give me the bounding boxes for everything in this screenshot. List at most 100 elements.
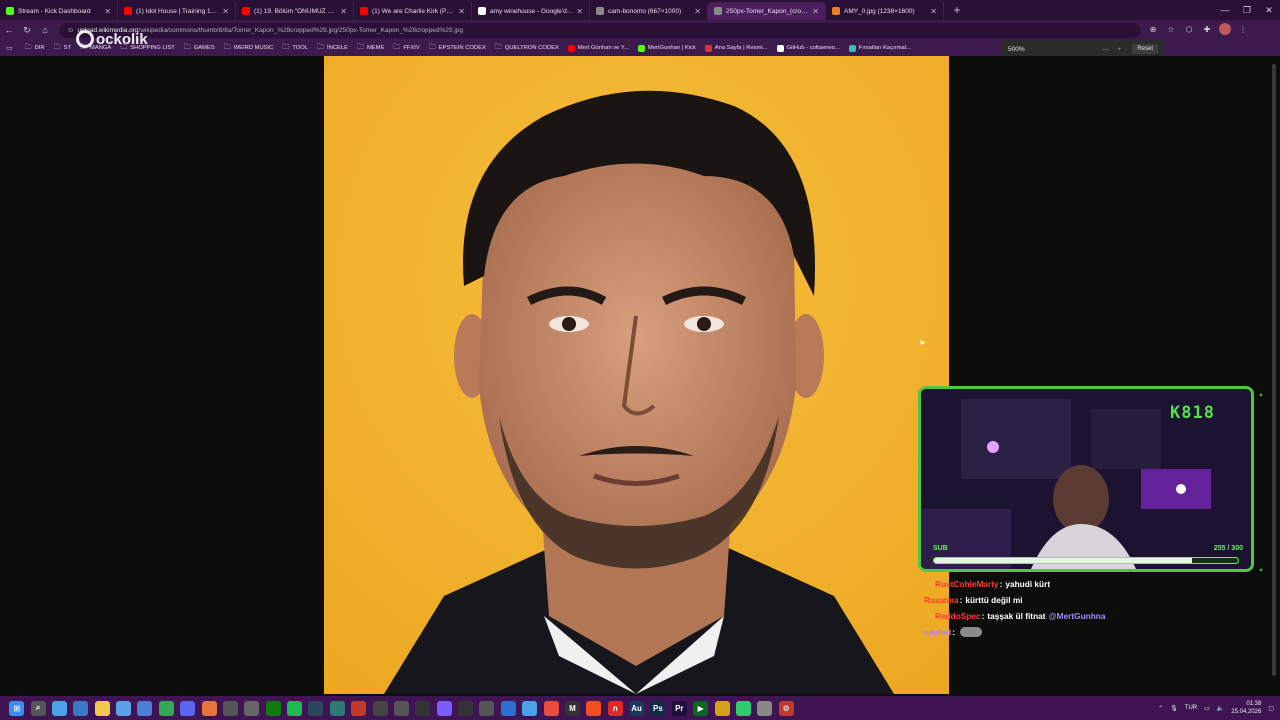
- terminal-icon[interactable]: [329, 700, 345, 716]
- tab-close-icon[interactable]: ✕: [104, 7, 111, 16]
- bookmark-item[interactable]: 🗀 ST: [54, 43, 71, 54]
- red-app-icon[interactable]: [351, 700, 367, 716]
- premiere-icon[interactable]: Pr: [671, 700, 687, 716]
- address-bar[interactable]: ⊙ upload.wikimedia.org /wikipedia/common…: [60, 22, 1140, 38]
- browser-tab[interactable]: (1) We are Charlie Kirk (Phonk Ver✕: [354, 2, 472, 20]
- volume-icon[interactable]: 🔈: [1217, 705, 1224, 712]
- file-explorer-icon[interactable]: [94, 700, 110, 716]
- bookmark-item[interactable]: 🗀 İNCELE: [317, 43, 348, 54]
- zoom-reset-button[interactable]: Reset: [1132, 44, 1158, 54]
- tool-icon[interactable]: [201, 700, 217, 716]
- audition-icon[interactable]: Au: [629, 700, 645, 716]
- tab-close-icon[interactable]: ✕: [458, 7, 465, 16]
- steam-icon[interactable]: [222, 700, 238, 716]
- app-icon[interactable]: [714, 700, 730, 716]
- bookmark-item[interactable]: Fırsatları Kaçırmal...: [848, 43, 911, 54]
- epic-icon[interactable]: [458, 700, 474, 716]
- bookmark-item[interactable]: 🗀 FFXIV: [393, 43, 419, 54]
- zoom-in-button[interactable]: +: [1112, 46, 1126, 53]
- bookmark-star-icon[interactable]: ☆: [1164, 23, 1178, 37]
- calculator-icon[interactable]: [137, 700, 153, 716]
- tab-close-icon[interactable]: ✕: [576, 7, 583, 16]
- bookmark-item[interactable]: 🗀 GAMES: [184, 43, 215, 54]
- figma-icon[interactable]: [586, 700, 602, 716]
- bookmark-item[interactable]: 🗀 QUELTRON CODEX: [495, 43, 559, 54]
- bookmark-item[interactable]: 🗀 MEME: [357, 43, 384, 54]
- bookmark-item[interactable]: MertGunhan | Kick: [637, 43, 696, 54]
- bookmark-item[interactable]: 🗀 EPSTEIN CODEX: [429, 43, 486, 54]
- app-icon[interactable]: [436, 700, 452, 716]
- notification-icon[interactable]: ▢: [1268, 705, 1274, 712]
- profile-avatar[interactable]: [1218, 23, 1232, 37]
- browser-tab[interactable]: AMY_0.jpg (1238×1600) ✕: [826, 2, 944, 20]
- zoom-icon[interactable]: ⊕: [1146, 23, 1160, 37]
- browser-tab[interactable]: amy winehouse - Google'da Ara ✕: [472, 2, 590, 20]
- chat-username[interactable]: seyfert: [924, 627, 951, 637]
- restore-icon[interactable]: ❐: [1236, 0, 1258, 20]
- app-icon[interactable]: [372, 700, 388, 716]
- close-window-icon[interactable]: ✕: [1258, 0, 1280, 20]
- browser-tab[interactable]: 250px-Tomer_Kapon_(cropped).jp✕: [708, 2, 826, 20]
- discord-icon[interactable]: [180, 700, 196, 716]
- menu-icon[interactable]: ⋮: [1236, 23, 1250, 37]
- search-icon[interactable]: ⌕: [30, 700, 46, 716]
- site-info-icon[interactable]: ⊙: [68, 26, 73, 34]
- scrollbar[interactable]: [1272, 64, 1276, 676]
- extension-icon[interactable]: ⬡: [1182, 23, 1196, 37]
- wordpad-icon[interactable]: [479, 700, 495, 716]
- app-icon[interactable]: [543, 700, 559, 716]
- chat-username[interactable]: Rasatma: [924, 595, 959, 605]
- app-icon[interactable]: [500, 700, 516, 716]
- spotify-icon[interactable]: [287, 700, 303, 716]
- chat-mention[interactable]: @MertGunhna: [1049, 611, 1106, 621]
- xbox-icon[interactable]: [265, 700, 281, 716]
- tray-chevron-icon[interactable]: ⌃: [1158, 705, 1163, 712]
- bookmark-item[interactable]: 🗀 TOOL: [282, 43, 308, 54]
- reload-icon[interactable]: ↻: [18, 25, 36, 36]
- chrome-icon[interactable]: [158, 700, 174, 716]
- photoshop-icon[interactable]: Ps: [650, 700, 666, 716]
- bookmark-item[interactable]: GitHub - coltaeneo...: [776, 43, 840, 54]
- tab-close-icon[interactable]: ✕: [812, 7, 819, 16]
- widgets-icon[interactable]: [51, 700, 67, 716]
- browser-tab[interactable]: (1) 19. Bölüm "ÖNÜMÜZ YAZ" Pe✕: [236, 2, 354, 20]
- tab-close-icon[interactable]: ✕: [694, 7, 701, 16]
- clock[interactable]: 01:38 25.04.2026: [1231, 700, 1261, 716]
- app-icon[interactable]: [244, 700, 260, 716]
- messenger-icon[interactable]: M: [564, 700, 580, 716]
- app-icon[interactable]: [757, 700, 773, 716]
- app-icon[interactable]: [735, 700, 751, 716]
- app-icon[interactable]: n: [607, 700, 623, 716]
- apps-icon[interactable]: ▭: [6, 44, 16, 52]
- windows-start-icon[interactable]: ⊞: [9, 700, 25, 716]
- obs-icon[interactable]: [415, 700, 431, 716]
- chat-username[interactable]: ReddoSpec: [935, 611, 981, 621]
- browser-tab[interactable]: cam-bonomo (667×1000) ✕: [590, 2, 708, 20]
- extensions-puzzle-icon[interactable]: ✚: [1200, 23, 1214, 37]
- tray-mic-icon[interactable]: 🎙: [1170, 705, 1178, 712]
- bookmark-item[interactable]: 🗀 WEIRD MUSIC: [224, 43, 274, 54]
- bookmark-item[interactable]: 🗀 DIR: [25, 43, 45, 54]
- minimize-icon[interactable]: —: [1214, 0, 1236, 20]
- notepad-icon[interactable]: [116, 700, 132, 716]
- zoom-out-button[interactable]: —: [1098, 46, 1112, 53]
- browser-tab[interactable]: (1) Idol House | Training 14 | Glam✕: [118, 2, 236, 20]
- bookmark-item[interactable]: Mert Günhan ve Y...: [567, 43, 629, 54]
- steam-client-icon[interactable]: [308, 700, 324, 716]
- back-icon[interactable]: ←: [0, 25, 18, 35]
- network-icon[interactable]: ▭: [1204, 705, 1210, 712]
- home-icon[interactable]: ⌂: [36, 25, 54, 35]
- photos-icon[interactable]: [522, 700, 538, 716]
- tab-close-icon[interactable]: ✕: [930, 7, 937, 16]
- gear-icon[interactable]: ⚙: [778, 700, 794, 716]
- new-tab-button[interactable]: +: [948, 3, 966, 17]
- task-view-icon[interactable]: [73, 700, 89, 716]
- arrow-app-icon[interactable]: [393, 700, 409, 716]
- chat-username[interactable]: RustCohleMarty: [935, 579, 999, 589]
- play-icon[interactable]: ▶: [693, 700, 709, 716]
- browser-tab[interactable]: Stream - Kick Dashboard ✕: [0, 2, 118, 20]
- tray-language[interactable]: TUR: [1185, 705, 1197, 711]
- tab-close-icon[interactable]: ✕: [222, 7, 229, 16]
- tab-close-icon[interactable]: ✕: [340, 7, 347, 16]
- bookmark-item[interactable]: Ana Sayfa | Resmi...: [704, 43, 768, 54]
